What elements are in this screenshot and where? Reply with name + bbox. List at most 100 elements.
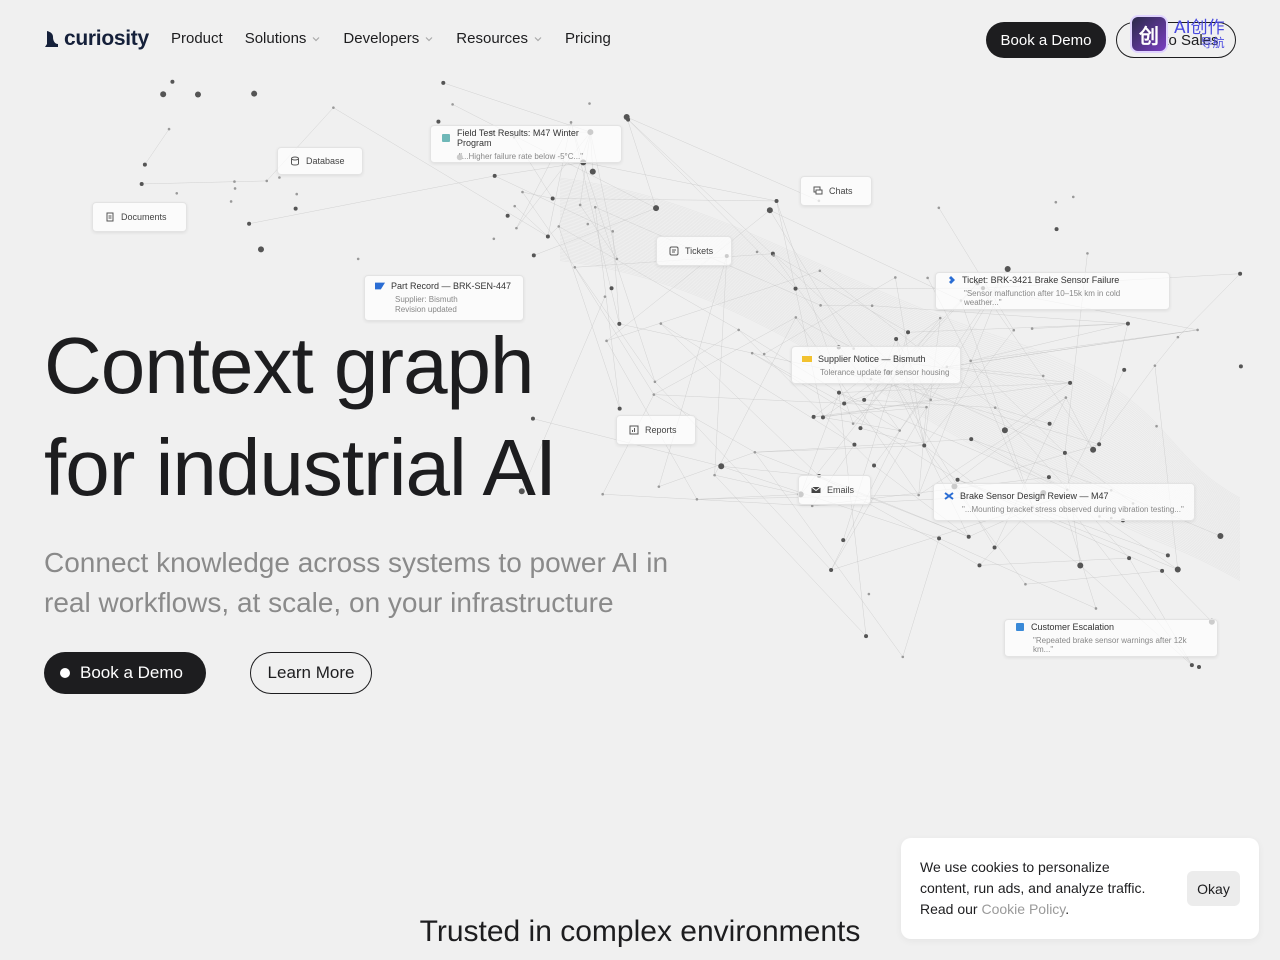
graph-node-dot	[766, 207, 773, 214]
graph-node-dot	[653, 205, 660, 212]
graph-node-dot	[753, 450, 757, 454]
graph-node-dot	[937, 206, 941, 210]
graph-node-dot	[578, 203, 582, 207]
graph-node-dot	[251, 90, 258, 97]
graph-node-dot	[451, 103, 454, 106]
nav-solutions-label: Solutions	[244, 30, 307, 47]
graph-node-dot	[1064, 396, 1068, 399]
graph-edge	[979, 557, 1130, 566]
hero-subtitle: Connect knowledge across systems to powe…	[44, 547, 669, 618]
graph-node-dot	[1030, 327, 1034, 330]
ticket-icon	[669, 246, 679, 256]
nav-pricing[interactable]: Pricing	[565, 30, 611, 47]
graph-node-dot	[1071, 195, 1075, 199]
graph-node-dot	[492, 237, 496, 241]
graph-node-dot	[713, 473, 716, 477]
graph-edge	[654, 329, 739, 382]
graph-edge	[249, 175, 495, 224]
graph-node-dot	[194, 91, 201, 98]
chevron-down-icon	[425, 36, 433, 41]
dot-icon	[60, 668, 70, 678]
graph-node-dot	[1176, 335, 1180, 339]
sap-icon	[375, 282, 385, 290]
graph-node-dot	[170, 79, 175, 84]
graph-node-dot	[894, 276, 897, 279]
graph-edge	[800, 317, 941, 495]
graph-node-dot	[1046, 475, 1051, 480]
graph-node-dot	[917, 493, 920, 497]
graph-node-dot	[611, 230, 615, 233]
graph-node-dot	[938, 316, 942, 320]
document-icon	[106, 212, 114, 222]
node-supplier-sub: Tolerance update for sensor housing	[820, 367, 950, 377]
cookie-text: We use cookies to personalize content, r…	[920, 857, 1150, 920]
graph-node-dot	[139, 181, 144, 186]
graph-node-dot	[1196, 328, 1199, 332]
node-part-record-sub2: Revision updated	[395, 305, 457, 314]
graph-node-dot	[864, 634, 869, 639]
graph-node-dot	[1062, 450, 1067, 455]
node-field-test-title: Field Test Results: M47 Winter Program	[457, 127, 579, 148]
graph-node-dot	[653, 380, 657, 384]
graph-node-dot	[819, 304, 822, 307]
graph-node-dot	[992, 545, 997, 550]
graph-node-dot	[858, 426, 863, 431]
nav-developers[interactable]: Developers	[343, 30, 434, 47]
graph-edge	[902, 538, 940, 657]
graph-node-dot	[793, 286, 798, 291]
graph-node-dot	[160, 91, 167, 98]
jira-icon	[949, 276, 955, 284]
graph-node-dot	[852, 442, 857, 447]
learn-more-button[interactable]: Learn More	[250, 652, 372, 694]
book-demo-hero-label: Book a Demo	[80, 663, 183, 682]
graph-node-dot	[167, 127, 171, 131]
hero-title-line1: Context graph	[44, 321, 535, 410]
node-supplier-title: Supplier Notice — Bismuth	[818, 353, 926, 364]
graph-node-dot	[1068, 380, 1073, 385]
cookie-banner: We use cookies to personalize content, r…	[901, 838, 1259, 939]
graph-edge	[696, 494, 801, 500]
graph-node-dot	[966, 534, 971, 539]
chevron-down-icon	[534, 36, 542, 41]
node-field-test-sub: "...Higher failure rate below -5°C..."	[459, 151, 584, 161]
graph-node-dot	[870, 304, 874, 307]
node-database-label: Database	[306, 156, 345, 166]
book-demo-nav-button[interactable]: Book a Demo	[986, 22, 1106, 58]
logo[interactable]: curiosity	[44, 27, 149, 51]
graph-edge	[583, 162, 656, 382]
graph-edge	[1025, 570, 1163, 585]
nav-resources-label: Resources	[456, 30, 528, 47]
graph-node-dot	[1217, 532, 1224, 539]
node-documents-label: Documents	[121, 212, 167, 222]
graph-node-dot	[794, 316, 798, 319]
graph-node-dot	[623, 113, 630, 120]
nav-solutions[interactable]: Solutions	[245, 30, 322, 47]
book-demo-hero-button[interactable]: Book a Demo	[44, 652, 206, 694]
node-documents: Documents	[92, 202, 187, 232]
outlook-icon	[1016, 623, 1024, 631]
cookie-okay-button[interactable]: Okay	[1187, 871, 1240, 906]
graph-edge	[970, 329, 1198, 362]
nav-product[interactable]: Product	[171, 30, 223, 47]
node-ticket-brk-title: Ticket: BRK-3421 Brake Sensor Failure	[962, 275, 1120, 285]
graph-node-dot	[545, 234, 550, 239]
graph-node-dot	[603, 295, 607, 298]
graph-node-dot	[175, 191, 179, 195]
graph-node-dot	[1153, 364, 1157, 367]
graph-edge	[1161, 570, 1213, 622]
graph-node-dot	[265, 179, 269, 183]
watermark-main: AI创作	[1174, 17, 1225, 38]
chevron-down-icon	[312, 36, 320, 41]
graph-edge	[776, 200, 854, 424]
graph-node-dot	[969, 359, 972, 363]
graph-node-dot	[836, 390, 841, 395]
node-review-sub: "...Mounting bracket stress observed dur…	[962, 504, 1184, 514]
graph-node-dot	[898, 429, 901, 432]
graph-node-dot	[441, 80, 446, 85]
cookie-policy-link[interactable]: Cookie Policy	[981, 901, 1065, 917]
graph-node-dot	[142, 162, 147, 167]
graph-node-dot	[505, 213, 510, 218]
graph-edge	[1177, 273, 1241, 338]
node-reports: Reports	[616, 415, 696, 445]
nav-resources[interactable]: Resources	[456, 30, 543, 47]
